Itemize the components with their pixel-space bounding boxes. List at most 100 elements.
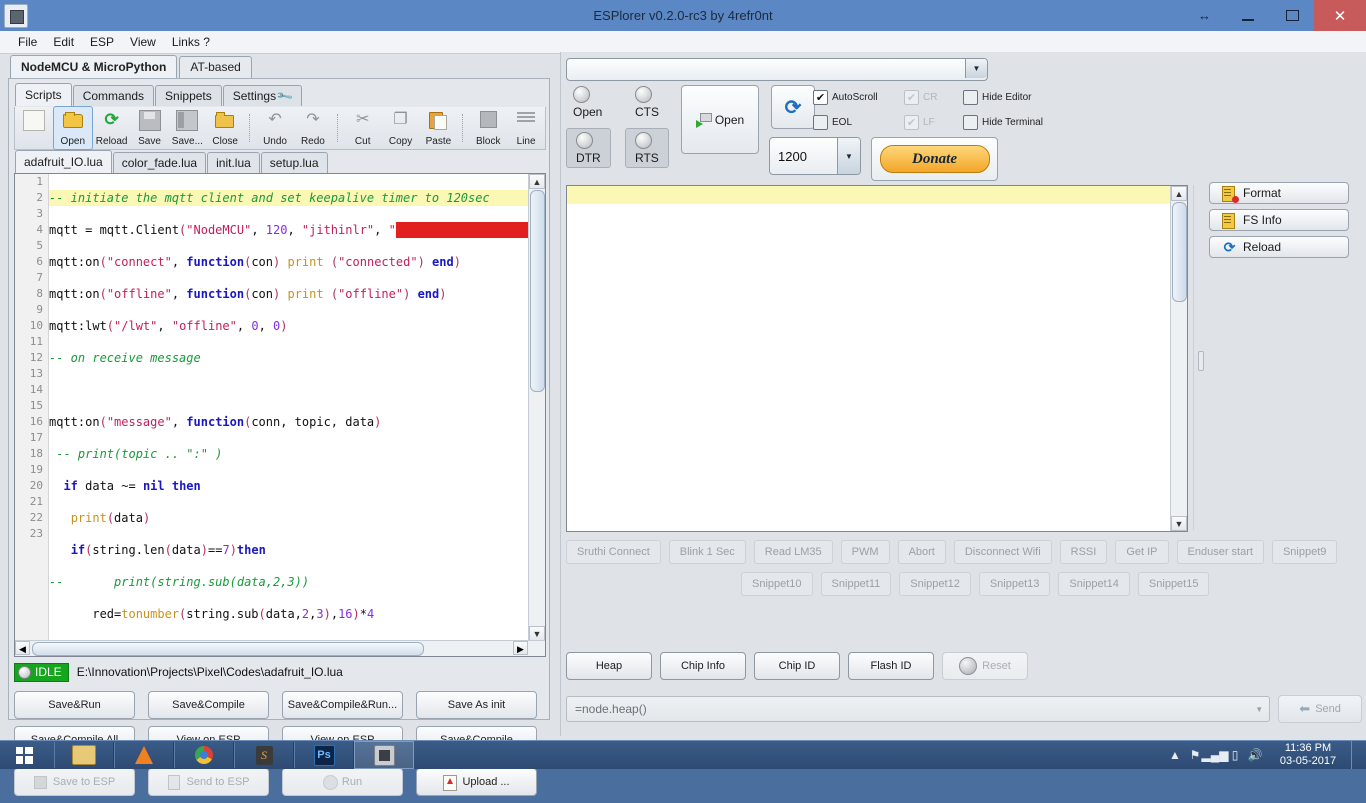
code-editor[interactable]: 1 2 3 4 5 6 7 8 9 10 11 12 13 14 15 16 17 18 19 20 21 22 23 --… <box>14 173 546 657</box>
tab-at-based[interactable]: AT-based <box>179 56 252 78</box>
snippet-sruthi-connect[interactable]: Sruthi Connect <box>566 540 661 564</box>
splitter-grip[interactable] <box>1198 351 1204 371</box>
snippet-rssi[interactable]: RSSI <box>1059 540 1108 564</box>
save-and-run-button[interactable]: Save&Run <box>14 691 135 719</box>
snippet-blink-1-sec[interactable]: Blink 1 Sec <box>668 540 746 564</box>
chevron-down-icon[interactable]: ▼ <box>965 59 987 78</box>
start-button[interactable] <box>0 741 48 769</box>
open-port-button[interactable]: Open <box>681 85 759 154</box>
menu-esp[interactable]: ESP <box>82 33 122 51</box>
menu-file[interactable]: File <box>10 33 45 51</box>
line-indent-button[interactable]: Line <box>507 107 545 149</box>
menu-edit[interactable]: Edit <box>45 33 82 51</box>
send-button[interactable]: ⬅ Send <box>1278 695 1362 723</box>
snippet-14[interactable]: Snippet14 <box>1058 572 1130 596</box>
snippet-read-lm35[interactable]: Read LM35 <box>753 540 833 564</box>
resize-button[interactable]: ↔ <box>1182 0 1226 31</box>
tab-snippets[interactable]: Snippets <box>155 85 222 106</box>
save-to-esp-button[interactable]: Save to ESP <box>14 768 135 796</box>
taskbar-vlc[interactable] <box>114 742 174 768</box>
snippet-11[interactable]: Snippet11 <box>820 572 892 596</box>
serial-port-combo[interactable]: ▼ <box>566 58 988 81</box>
snippet-get-ip[interactable]: Get IP <box>1115 540 1169 564</box>
editor-vscroll-thumb[interactable] <box>530 190 545 392</box>
scroll-up-icon[interactable]: ▲ <box>529 174 545 189</box>
snippet-15[interactable]: Snippet15 <box>1137 572 1210 596</box>
close-file-button[interactable]: Close <box>206 107 244 149</box>
snippet-enduser-start[interactable]: Enduser start <box>1176 540 1264 564</box>
scroll-down-icon[interactable]: ▼ <box>1171 516 1187 531</box>
taskbar-esplorer[interactable] <box>354 741 414 769</box>
code-content[interactable]: -- initiate the mqtt client and set keep… <box>49 174 528 656</box>
taskbar-clock[interactable]: 11:36 PM 03-05-2017 <box>1265 742 1351 768</box>
file-tab-init[interactable]: init.lua <box>207 152 260 173</box>
menu-view[interactable]: View <box>122 33 164 51</box>
save-as-init-button[interactable]: Save As init <box>416 691 537 719</box>
tab-settings[interactable]: Settings🔧 <box>222 85 302 106</box>
show-hidden-icon[interactable]: ▲ <box>1165 741 1185 769</box>
save-compile-run-button[interactable]: Save&Compile&Run... <box>282 691 403 719</box>
save-as-button[interactable]: Save... <box>168 107 206 149</box>
terminal-vscroll-thumb[interactable] <box>1172 202 1187 302</box>
refresh-ports-button[interactable]: ⟳ <box>771 85 815 129</box>
eol-checkbox[interactable]: EOL <box>813 115 852 130</box>
scroll-up-icon[interactable]: ▲ <box>1171 186 1187 201</box>
snippet-pwm[interactable]: PWM <box>840 540 890 564</box>
fs-reload-button[interactable]: ⟳ Reload <box>1209 236 1349 258</box>
baud-rate-select[interactable]: 1200 ▼ <box>769 137 861 175</box>
snippet-9[interactable]: Snippet9 <box>1271 540 1338 564</box>
snippet-10[interactable]: Snippet10 <box>741 572 813 596</box>
show-desktop-button[interactable] <box>1351 741 1362 769</box>
maximize-button[interactable] <box>1270 0 1314 31</box>
flash-id-button[interactable]: Flash ID <box>848 652 934 680</box>
scroll-left-icon[interactable]: ◀ <box>15 641 30 655</box>
paste-button[interactable]: Paste <box>420 107 458 149</box>
panel-splitter[interactable] <box>1193 185 1206 530</box>
block-indent-button[interactable]: Block <box>469 107 507 149</box>
chevron-down-icon[interactable]: ▼ <box>1241 697 1269 721</box>
taskbar-chrome[interactable] <box>174 742 234 768</box>
hide-terminal-checkbox[interactable]: Hide Terminal <box>963 115 1043 130</box>
heap-button[interactable]: Heap <box>566 652 652 680</box>
format-button[interactable]: Format <box>1209 182 1349 204</box>
dtr-toggle[interactable]: DTR <box>566 128 611 168</box>
file-tab-adafruit-io[interactable]: adafruit_IO.lua <box>15 150 112 173</box>
autoscroll-checkbox[interactable]: ✔ AutoScroll <box>813 90 878 105</box>
save-and-compile-button[interactable]: Save&Compile <box>148 691 269 719</box>
file-tab-setup[interactable]: setup.lua <box>260 152 328 173</box>
taskbar-sublime[interactable]: S <box>234 742 294 768</box>
save-button[interactable]: Save <box>131 107 169 149</box>
donate-button[interactable]: Donate <box>871 137 998 181</box>
fs-info-button[interactable]: FS Info <box>1209 209 1349 231</box>
cut-button[interactable]: ✂ Cut <box>344 107 382 149</box>
file-tab-color-fade[interactable]: color_fade.lua <box>112 152 207 173</box>
open-button[interactable]: Open <box>52 106 93 150</box>
snippet-12[interactable]: Snippet12 <box>899 572 971 596</box>
battery-icon[interactable]: ▯ <box>1225 741 1245 769</box>
scroll-down-icon[interactable]: ▼ <box>529 626 545 641</box>
volume-icon[interactable]: 🔊 <box>1245 741 1265 769</box>
chip-info-button[interactable]: Chip Info <box>660 652 746 680</box>
tab-scripts[interactable]: Scripts <box>15 83 72 106</box>
scroll-right-icon[interactable]: ▶ <box>513 641 528 655</box>
signal-icon[interactable]: ▂▄▆ <box>1202 741 1229 769</box>
minimize-button[interactable] <box>1226 0 1270 31</box>
snippet-13[interactable]: Snippet13 <box>978 572 1051 596</box>
chevron-down-icon[interactable]: ▼ <box>837 138 860 174</box>
snippet-disconnect-wifi[interactable]: Disconnect Wifi <box>953 540 1052 564</box>
taskbar-file-explorer[interactable] <box>54 742 114 768</box>
rts-toggle[interactable]: RTS <box>625 128 669 168</box>
terminal-vertical-scrollbar[interactable]: ▲ ▼ <box>1170 186 1187 531</box>
upload-button[interactable]: Upload ... <box>416 768 537 796</box>
menu-links[interactable]: Links ? <box>164 33 218 51</box>
run-button[interactable]: Run <box>282 768 403 796</box>
taskbar-photoshop[interactable]: Ps <box>294 742 354 768</box>
chip-id-button[interactable]: Chip ID <box>754 652 840 680</box>
editor-horizontal-scrollbar[interactable]: ◀ ▶ <box>15 640 545 656</box>
tab-commands[interactable]: Commands <box>72 85 155 106</box>
tab-nodemcu-micropython[interactable]: NodeMCU & MicroPython <box>10 55 178 78</box>
reset-button[interactable]: Reset <box>942 652 1028 680</box>
undo-button[interactable]: ↶ Undo <box>256 107 294 149</box>
close-button[interactable]: ✕ <box>1314 0 1366 31</box>
hide-editor-checkbox[interactable]: Hide Editor <box>963 90 1031 105</box>
